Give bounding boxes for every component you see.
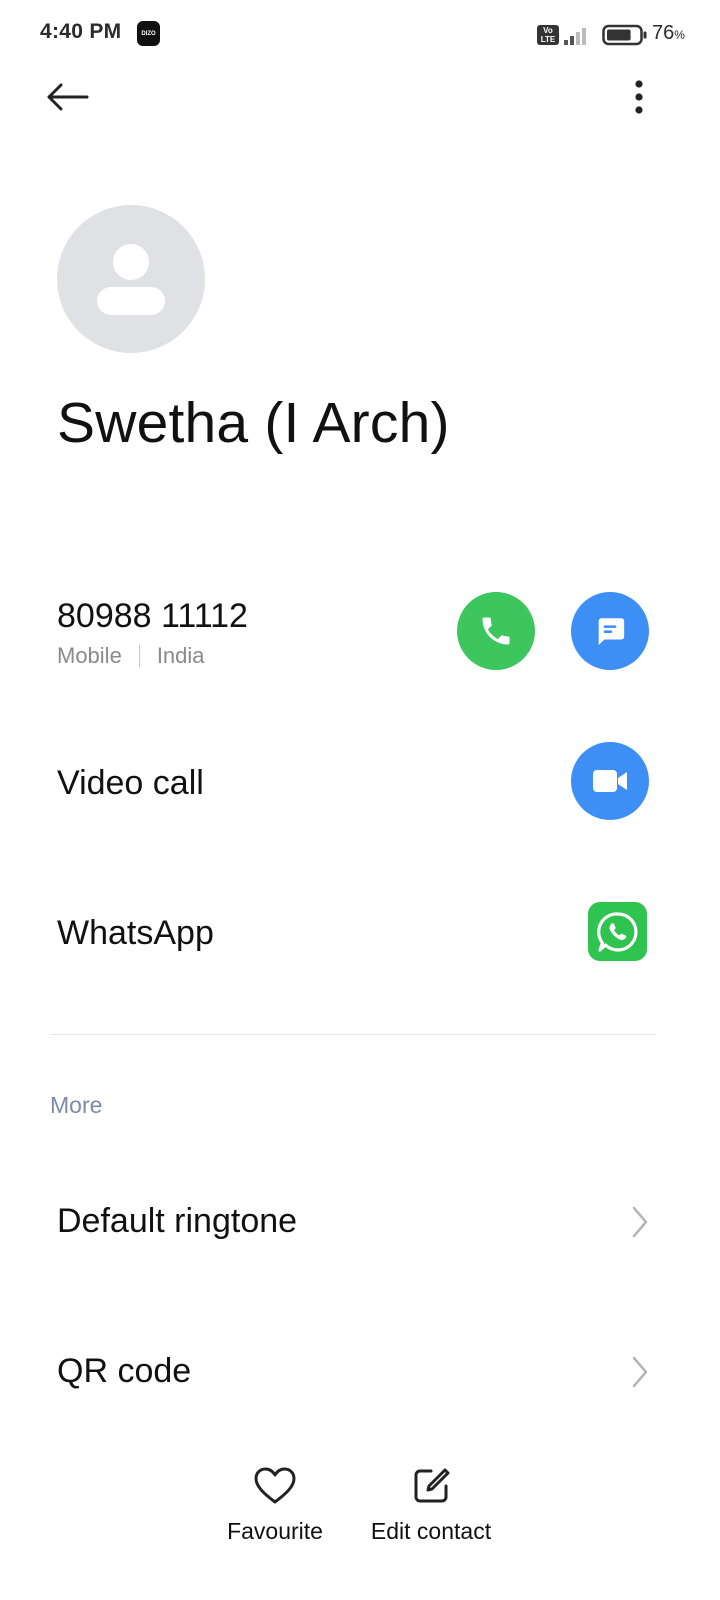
favourite-label: Favourite [227,1518,323,1544]
battery-icon [602,24,647,46]
phone-meta: Mobile India [57,643,205,669]
call-button[interactable] [457,592,535,670]
chevron-right-icon [632,1356,648,1388]
whatsapp-icon [596,911,638,952]
qr-code-row[interactable]: QR code [0,1352,720,1462]
heart-icon [254,1467,296,1504]
video-call-button[interactable] [571,742,649,820]
status-time: 4:40 PM [40,20,122,43]
qr-code-label: QR code [57,1352,192,1390]
contact-name: Swetha (I Arch) [57,391,450,455]
video-camera-icon [593,770,627,792]
edit-icon [414,1468,450,1503]
phone-icon [482,617,510,645]
signal-strength-icon [564,28,586,45]
avatar[interactable] [57,205,205,353]
phone-type: Mobile [57,643,122,668]
message-button[interactable] [571,592,649,670]
message-icon [598,618,625,646]
dizo-notification-icon: DIZO [137,21,160,46]
video-call-label[interactable]: Video call [57,764,204,803]
person-placeholder-icon [97,244,165,315]
volte-icon: Vo LTE [537,25,559,45]
whatsapp-label[interactable]: WhatsApp [57,914,214,953]
more-vertical-icon [635,80,643,114]
phone-region: India [156,643,205,668]
status-bar: 4:40 PM DIZO Vo LTE 76% [0,0,720,70]
arrow-left-icon [47,83,89,111]
section-divider [50,1034,656,1035]
chevron-right-icon [632,1206,648,1238]
default-ringtone-label: Default ringtone [57,1202,298,1240]
whatsapp-button[interactable] [588,902,647,961]
more-section-header: More [50,1092,103,1118]
battery-percent: 76% [652,22,685,44]
back-button[interactable] [40,72,94,122]
meta-divider [138,645,140,667]
phone-number[interactable]: 80988 11112 [57,597,248,636]
default-ringtone-row[interactable]: Default ringtone [0,1202,720,1312]
edit-contact-label: Edit contact [370,1518,492,1544]
favourite-button[interactable]: Favourite [225,1466,325,1545]
edit-contact-button[interactable]: Edit contact [366,1466,496,1545]
more-options-button[interactable] [616,72,662,122]
